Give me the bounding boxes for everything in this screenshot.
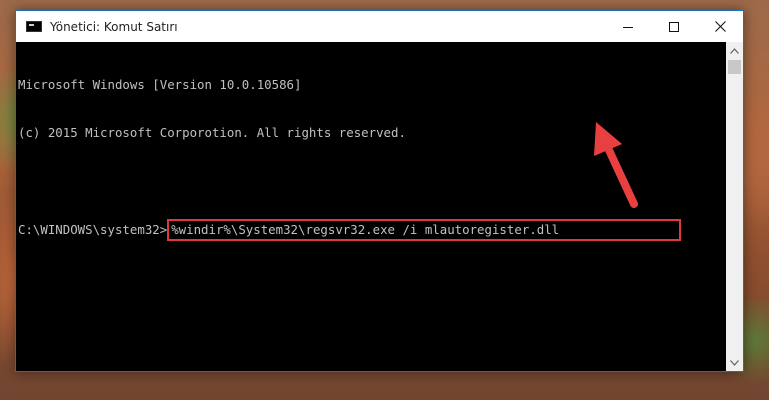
close-button[interactable] xyxy=(697,11,743,42)
close-icon xyxy=(714,21,726,32)
cmd-app-icon[interactable] xyxy=(26,21,42,32)
maximize-icon xyxy=(669,21,679,32)
scroll-up-button[interactable] xyxy=(726,42,743,59)
scroll-down-button[interactable] xyxy=(726,354,743,371)
prompt-path: C:\WINDOWS\system32> xyxy=(18,222,168,237)
vertical-scrollbar[interactable] xyxy=(726,42,743,371)
title-bar[interactable]: Yönetici: Komut Satırı xyxy=(16,11,743,42)
minimize-button[interactable] xyxy=(605,11,651,42)
chevron-up-icon xyxy=(730,47,739,54)
minimize-icon xyxy=(623,26,633,28)
scrollbar-thumb[interactable] xyxy=(728,60,741,74)
prompt-line: C:\WINDOWS\system32> %windir%\System32\re… xyxy=(18,219,727,241)
desktop: Yönetici: Komut Satırı Microsoft Windows… xyxy=(0,0,769,400)
red-arrow-icon xyxy=(594,122,638,208)
maximize-button[interactable] xyxy=(651,11,697,42)
chevron-down-icon xyxy=(730,359,739,366)
highlighted-command[interactable]: %windir%\System32\regsvr32.exe /i mlauto… xyxy=(167,219,682,241)
window-controls xyxy=(605,11,743,42)
window-title: Yönetici: Komut Satırı xyxy=(50,19,178,34)
console-line: Microsoft Windows [Version 10.0.10586] xyxy=(18,77,302,92)
